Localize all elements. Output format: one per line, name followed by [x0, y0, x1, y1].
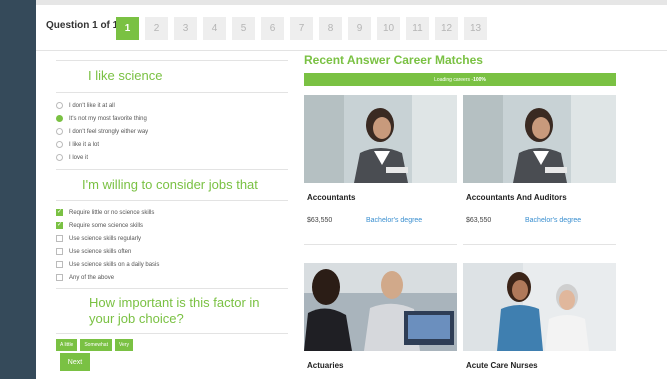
radio-button[interactable]	[56, 154, 63, 161]
question-header: Question 1 of 13 1 2 3 4 5 6 7 8 9 10 11…	[36, 5, 667, 51]
option-label: Any of the above	[69, 274, 115, 281]
career-image	[463, 95, 616, 183]
divider	[56, 333, 288, 334]
science-option-0[interactable]: I don't like it at all	[56, 99, 288, 112]
checkbox[interactable]	[56, 274, 63, 281]
option-label: Use science skills on a daily basis	[69, 261, 160, 268]
option-label: I love it	[69, 154, 89, 161]
checkbox-checked[interactable]: ✓	[56, 209, 63, 216]
option-label: Require some science skills	[69, 222, 144, 229]
importance-somewhat-button[interactable]: Somewhat	[80, 339, 112, 351]
jobs-option-2[interactable]: Use science skills regularly	[56, 232, 288, 245]
divider	[463, 244, 616, 245]
career-name: Accountants	[307, 193, 356, 202]
career-name: Acute Care Nurses	[466, 361, 538, 370]
career-salary: $63,550	[307, 217, 333, 224]
next-button[interactable]: Next	[60, 353, 90, 371]
career-card-accountants-and-auditors[interactable]: Accountants And Auditors $63,550 Bachelo…	[463, 95, 616, 245]
science-option-1[interactable]: It's not my most favorite thing	[56, 112, 288, 125]
radio-button[interactable]	[56, 102, 63, 109]
loading-text: Loading careers -	[434, 76, 474, 83]
career-matches-title: Recent Answer Career Matches	[304, 53, 483, 67]
question-panel: I like science I don't like it at all It…	[56, 60, 288, 351]
question-number-10[interactable]: 10	[377, 17, 400, 40]
career-name: Actuaries	[307, 361, 344, 370]
question-label: Question 1 of 13	[46, 20, 124, 31]
radio-button[interactable]	[56, 141, 63, 148]
jobs-option-1[interactable]: ✓ Require some science skills	[56, 219, 288, 232]
checkbox-checked[interactable]: ✓	[56, 222, 63, 229]
importance-title-line1: How important is this factor in	[89, 295, 260, 310]
question-number-3[interactable]: 3	[174, 17, 197, 40]
option-label: Use science skills regularly	[69, 235, 142, 242]
career-image	[304, 263, 457, 351]
main-content: Question 1 of 13 1 2 3 4 5 6 7 8 9 10 11…	[36, 5, 667, 379]
importance-title-line2: your job choice?	[89, 311, 184, 326]
divider	[304, 244, 457, 245]
career-name: Accountants And Auditors	[466, 193, 567, 202]
jobs-option-3[interactable]: Use science skills often	[56, 245, 288, 258]
question-number-1[interactable]: 1	[116, 17, 139, 40]
importance-buttons: A little Somewhat Very	[56, 339, 288, 351]
option-label: It's not my most favorite thing	[69, 115, 147, 122]
jobs-title: I'm willing to consider jobs that	[82, 177, 258, 192]
option-label: I don't feel strongly either way	[69, 128, 149, 135]
checkbox[interactable]	[56, 261, 63, 268]
question-number-7[interactable]: 7	[290, 17, 313, 40]
divider	[56, 92, 288, 93]
loading-progress-bar: Loading careers - 100%	[304, 73, 616, 86]
question-number-11[interactable]: 11	[406, 17, 429, 40]
importance-very-button[interactable]: Very	[114, 339, 133, 351]
jobs-option-5[interactable]: Any of the above	[56, 271, 288, 284]
question-number-13[interactable]: 13	[464, 17, 487, 40]
career-image	[463, 263, 616, 351]
question-number-2[interactable]: 2	[145, 17, 168, 40]
divider	[56, 60, 288, 61]
career-matches-panel: Recent Answer Career Matches Loading car…	[304, 53, 628, 370]
radio-button[interactable]	[56, 128, 63, 135]
science-option-2[interactable]: I don't feel strongly either way	[56, 125, 288, 138]
divider	[56, 288, 288, 289]
career-salary: $63,550	[466, 217, 492, 224]
importance-a-little-button[interactable]: A little	[56, 339, 78, 351]
career-image	[304, 95, 457, 183]
option-label: Require little or no science skills	[69, 209, 155, 216]
page: { "question": { "label": "Question 1 of …	[0, 0, 667, 379]
question-number-5[interactable]: 5	[232, 17, 255, 40]
question-number-4[interactable]: 4	[203, 17, 226, 40]
career-card-actuaries[interactable]: Actuaries	[304, 263, 457, 373]
question-number-8[interactable]: 8	[319, 17, 342, 40]
question-number-12[interactable]: 12	[435, 17, 458, 40]
jobs-option-4[interactable]: Use science skills on a daily basis	[56, 258, 288, 271]
science-option-4[interactable]: I love it	[56, 151, 288, 164]
divider	[56, 200, 288, 201]
loading-percent: 100%	[473, 76, 486, 83]
question-number-6[interactable]: 6	[261, 17, 284, 40]
career-degree-link[interactable]: Bachelor's degree	[525, 217, 581, 224]
science-title: I like science	[88, 68, 163, 83]
option-label: Use science skills often	[69, 248, 132, 255]
science-option-3[interactable]: I like it a lot	[56, 138, 288, 151]
checkbox[interactable]	[56, 235, 63, 242]
jobs-option-0[interactable]: ✓ Require little or no science skills	[56, 206, 288, 219]
question-number-9[interactable]: 9	[348, 17, 371, 40]
question-pagination: 1 2 3 4 5 6 7 8 9 10 11 12 13	[116, 17, 487, 40]
career-card-accountants[interactable]: Accountants $63,550 Bachelor's degree	[304, 95, 457, 245]
career-degree-link[interactable]: Bachelor's degree	[366, 217, 422, 224]
option-label: I don't like it at all	[69, 102, 115, 109]
divider	[56, 169, 288, 170]
career-card-acute-care-nurses[interactable]: Acute Care Nurses	[463, 263, 616, 373]
radio-button-selected[interactable]	[56, 115, 63, 122]
left-sidebar	[0, 0, 36, 379]
checkbox[interactable]	[56, 248, 63, 255]
option-label: I like it a lot	[69, 141, 100, 148]
